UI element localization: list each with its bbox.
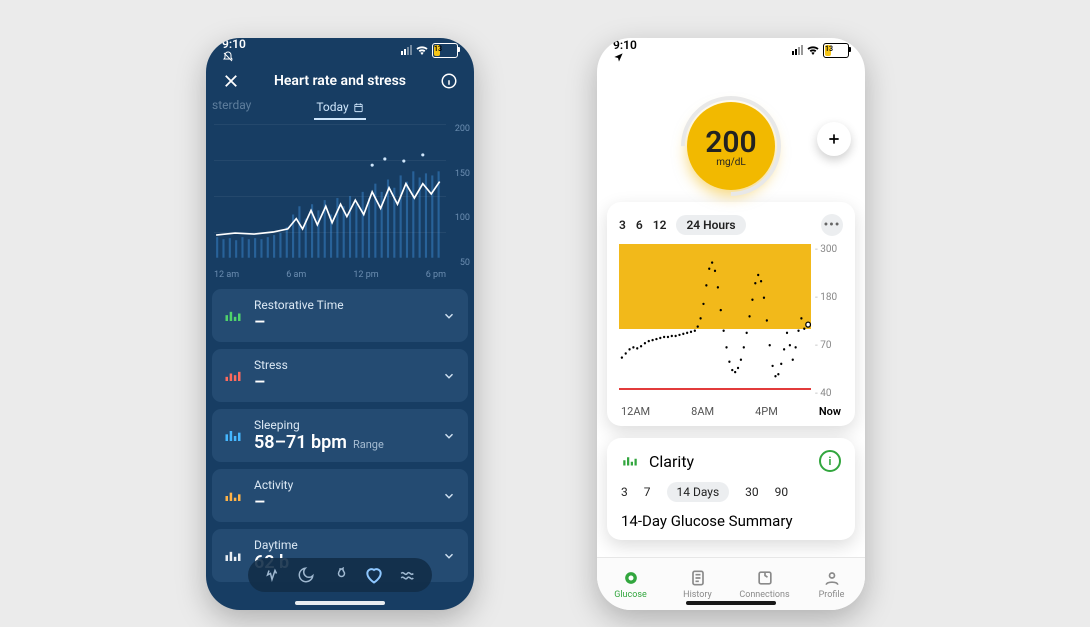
dock-wave-icon[interactable] bbox=[398, 565, 418, 585]
tab-profile[interactable]: Profile bbox=[798, 558, 865, 610]
metric-cards: Restorative Time – Stress – Sleeping 58–… bbox=[206, 289, 474, 582]
cseg-7[interactable]: 7 bbox=[644, 485, 651, 499]
cell-signal-icon bbox=[792, 45, 803, 55]
seg-3h[interactable]: 3 bbox=[619, 215, 626, 235]
dnd-bell-icon bbox=[222, 51, 234, 63]
seg-24h[interactable]: 24 Hours bbox=[676, 215, 745, 235]
cseg-90[interactable]: 90 bbox=[775, 485, 789, 499]
chart-y-axis: 300 180 70 40 bbox=[815, 244, 843, 399]
glucose-header: 200 mg/dL bbox=[597, 62, 865, 202]
cell-signal-icon bbox=[401, 45, 412, 55]
card-sleeping[interactable]: Sleeping 58–71 bpmRange bbox=[212, 409, 468, 462]
clarity-info-button[interactable]: i bbox=[819, 450, 841, 472]
phone-dexcom: 9:10 13 200 mg/dL 3 6 12 24 Hours ••• bbox=[597, 38, 865, 610]
connections-tab-icon bbox=[755, 568, 775, 588]
dock-heart-icon[interactable] bbox=[364, 565, 384, 585]
wifi-icon bbox=[806, 45, 820, 55]
history-tab-icon bbox=[688, 568, 708, 588]
home-indicator bbox=[686, 601, 776, 605]
cseg-14[interactable]: 14 Days bbox=[667, 482, 730, 502]
card-restorative-time[interactable]: Restorative Time – bbox=[212, 289, 468, 342]
seg-12h[interactable]: 12 bbox=[653, 215, 667, 235]
card-stress[interactable]: Stress – bbox=[212, 349, 468, 402]
chevron-down-icon bbox=[440, 427, 458, 445]
chart-x-axis: 12 am 6 am 12 pm 6 pm bbox=[214, 270, 446, 282]
chevron-down-icon bbox=[440, 307, 458, 325]
ellipsis-icon: ••• bbox=[824, 218, 841, 233]
close-button[interactable] bbox=[218, 68, 244, 94]
bars-icon-red bbox=[222, 365, 244, 387]
add-event-button[interactable] bbox=[817, 122, 851, 156]
chart-plot-area bbox=[619, 244, 811, 399]
location-icon bbox=[613, 52, 624, 63]
close-icon bbox=[222, 72, 240, 90]
tab-today[interactable]: Today bbox=[314, 98, 365, 120]
chevron-down-icon bbox=[440, 487, 458, 505]
cseg-30[interactable]: 30 bbox=[745, 485, 759, 499]
bars-icon-white bbox=[222, 545, 244, 567]
clarity-title: Clarity i bbox=[621, 450, 841, 472]
glucose-chart[interactable]: 300 180 70 40 12AM 8AM 4PM Now bbox=[619, 244, 843, 418]
glucose-tab-icon bbox=[621, 568, 641, 588]
cseg-3[interactable]: 3 bbox=[621, 485, 628, 499]
screen-header: Heart rate and stress bbox=[206, 62, 474, 96]
battery-icon: 13 bbox=[432, 43, 458, 58]
card-activity[interactable]: Activity – bbox=[212, 469, 468, 522]
chart-plot-area bbox=[214, 124, 446, 268]
plus-icon bbox=[826, 131, 842, 147]
floating-dock bbox=[248, 558, 432, 592]
glucose-chart-card: 3 6 12 24 Hours ••• bbox=[607, 202, 855, 426]
range-segmented-control: 3 6 12 24 Hours ••• bbox=[619, 214, 843, 236]
bars-icon-green bbox=[621, 452, 639, 470]
bars-icon-green bbox=[222, 305, 244, 327]
calendar-icon bbox=[353, 102, 364, 113]
dock-moon-icon[interactable] bbox=[296, 565, 316, 585]
phone-garmin: 9:10 13 Heart rate and stress sterday To… bbox=[206, 38, 474, 610]
battery-icon: 13 bbox=[823, 43, 849, 58]
status-time: 9:10 bbox=[222, 38, 246, 63]
more-button[interactable]: ••• bbox=[821, 214, 843, 236]
seg-6h[interactable]: 6 bbox=[636, 215, 643, 235]
wifi-icon bbox=[415, 45, 429, 55]
glucose-unit: mg/dL bbox=[716, 157, 746, 168]
bars-icon-blue bbox=[222, 425, 244, 447]
status-bar: 9:10 13 bbox=[206, 38, 474, 62]
profile-tab-icon bbox=[822, 568, 842, 588]
clarity-summary-title: 14-Day Glucose Summary bbox=[621, 512, 841, 530]
day-tabs: sterday Today bbox=[206, 98, 474, 120]
chevron-down-icon bbox=[440, 367, 458, 385]
dock-activity-icon[interactable] bbox=[262, 565, 282, 585]
clarity-card: Clarity i 3 7 14 Days 30 90 14-Day Gluco… bbox=[607, 438, 855, 540]
tab-yesterday[interactable]: sterday bbox=[212, 98, 251, 112]
page-title: Heart rate and stress bbox=[244, 73, 436, 89]
chevron-down-icon bbox=[440, 547, 458, 565]
bars-icon-orange bbox=[222, 485, 244, 507]
glucose-value: 200 bbox=[705, 125, 756, 160]
info-button[interactable] bbox=[436, 68, 462, 94]
status-bar: 9:10 13 bbox=[597, 38, 865, 62]
home-indicator bbox=[295, 601, 385, 605]
dock-flame-icon[interactable] bbox=[330, 565, 350, 585]
clarity-segmented-control: 3 7 14 Days 30 90 bbox=[621, 482, 841, 502]
tab-glucose[interactable]: Glucose bbox=[597, 558, 664, 610]
chart-x-axis: 12AM 8AM 4PM Now bbox=[619, 399, 843, 418]
glucose-gauge[interactable]: 200 mg/dL bbox=[687, 102, 775, 190]
status-time: 9:10 bbox=[613, 38, 637, 63]
hr-stress-chart[interactable]: 200 150 100 50 12 am 6 am 12 pm 6 pm bbox=[206, 124, 474, 282]
info-icon bbox=[440, 72, 458, 90]
chart-y-axis: 200 150 100 50 bbox=[446, 124, 470, 268]
